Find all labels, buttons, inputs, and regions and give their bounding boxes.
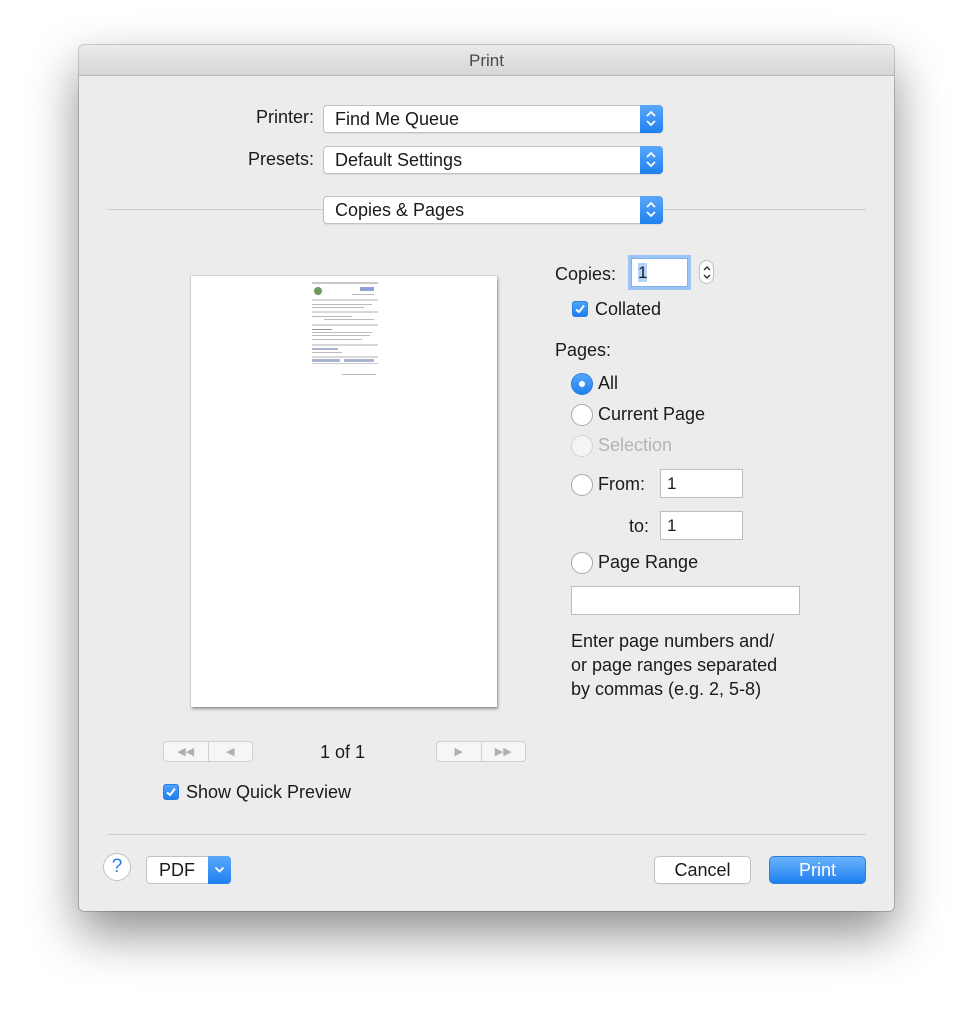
section-value: Copies & Pages <box>335 200 465 220</box>
collated-checkbox[interactable] <box>572 301 588 317</box>
checkmark-icon <box>166 787 176 797</box>
collated-label[interactable]: Collated <box>595 299 661 320</box>
first-page-icon: ◀◀ <box>177 746 195 758</box>
pages-selection-radio <box>571 435 593 457</box>
presets-popup[interactable]: Default Settings <box>323 146 663 174</box>
previous-page-button[interactable]: ◀ <box>207 742 253 761</box>
last-page-icon: ▶▶ <box>494 746 512 758</box>
pages-label: Pages: <box>555 340 612 360</box>
pages-to-field[interactable]: 1 <box>660 511 743 540</box>
pages-to-value: 1 <box>667 516 677 535</box>
copies-label: Copies: <box>555 264 617 284</box>
section-divider-right <box>663 209 866 210</box>
page-range-help: Enter page numbers and/ or page ranges s… <box>571 629 777 701</box>
pages-range-radio[interactable] <box>571 552 593 574</box>
page-range-help-line: or page ranges separated <box>571 655 778 675</box>
popup-arrows-icon <box>640 146 663 174</box>
popup-arrows-icon <box>640 105 663 133</box>
pdf-menu-button[interactable]: PDF <box>146 856 231 884</box>
pages-current-page-label[interactable]: Current Page <box>598 404 705 425</box>
pages-range-label[interactable]: Page Range <box>598 552 698 573</box>
presets-label: Presets: <box>247 149 314 169</box>
section-divider-left <box>107 209 323 210</box>
page-range-help-line: Enter page numbers and/ <box>571 631 775 651</box>
page-preview <box>191 276 497 707</box>
print-dialog: Print Printer: Find Me Queue Presets: De… <box>79 45 894 911</box>
pages-from-field[interactable]: 1 <box>660 469 743 498</box>
first-page-button[interactable]: ◀◀ <box>164 742 208 761</box>
next-page-button[interactable]: ▶ <box>437 742 481 761</box>
show-quick-preview-checkbox[interactable] <box>163 784 179 800</box>
pages-from-value: 1 <box>667 474 677 493</box>
pages-all-radio[interactable] <box>571 373 593 395</box>
window-title: Print <box>79 45 894 76</box>
pages-from-label[interactable]: From: <box>598 474 645 495</box>
page-range-field[interactable] <box>571 586 800 615</box>
pages-from-radio[interactable] <box>571 474 593 496</box>
page-indicator: 1 of 1 <box>320 742 366 762</box>
stepper-arrows-icon <box>703 266 711 279</box>
footer-divider <box>107 834 866 835</box>
help-icon: ? <box>111 856 123 877</box>
presets-value: Default Settings <box>335 150 463 170</box>
pages-to-label: to: <box>628 516 649 536</box>
chevron-down-icon <box>208 856 231 884</box>
printer-label: Printer: <box>255 107 314 127</box>
preview-nav-forward: ▶ ▶▶ <box>436 741 526 762</box>
next-page-icon: ▶ <box>454 746 463 758</box>
section-popup[interactable]: Copies & Pages <box>323 196 663 224</box>
page-range-help-line: by commas (e.g. 2, 5-8) <box>571 679 762 699</box>
cancel-button[interactable]: Cancel <box>654 856 751 884</box>
printer-value: Find Me Queue <box>335 109 460 129</box>
pdf-label: PDF <box>159 860 195 880</box>
previous-page-icon: ◀ <box>226 746 235 758</box>
pages-selection-label: Selection <box>598 435 673 455</box>
pages-current-page-radio[interactable] <box>571 404 593 426</box>
popup-arrows-icon <box>640 196 663 224</box>
last-page-button[interactable]: ▶▶ <box>480 742 526 761</box>
print-button[interactable]: Print <box>769 856 866 884</box>
document-thumbnail <box>312 282 378 375</box>
help-button[interactable]: ? <box>103 853 131 881</box>
printer-popup[interactable]: Find Me Queue <box>323 105 663 133</box>
checkmark-icon <box>575 304 585 314</box>
pages-all-label[interactable]: All <box>598 373 618 394</box>
copies-value: 1 <box>638 263 648 282</box>
copies-stepper[interactable] <box>699 260 714 284</box>
show-quick-preview-label[interactable]: Show Quick Preview <box>186 782 351 803</box>
copies-field[interactable]: 1 <box>631 258 688 287</box>
preview-nav-back: ◀◀ ◀ <box>163 741 253 762</box>
